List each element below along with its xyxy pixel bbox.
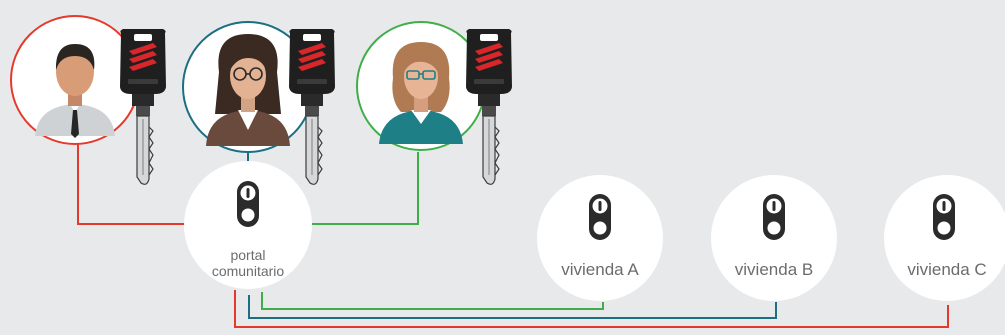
node-vivienda-a [537,175,663,301]
user-circle-woman [356,21,486,151]
portal-label-line1: portal [230,247,266,263]
lock-cylinder-icon [237,181,259,227]
dwelling-label-a: vivienda A [561,260,639,279]
node-vivienda-c [884,175,1005,301]
node-vivienda-b [711,175,837,301]
lock-cylinder-icon [763,194,785,240]
dwelling-label-c: vivienda C [907,260,987,279]
master-key-diagram: portal comunitario vivienda A vivienda B… [0,0,1005,335]
lock-cylinder-icon [933,194,955,240]
lock-cylinder-icon [589,194,611,240]
user-circle-man [10,15,140,145]
teal-connection-line [247,152,777,319]
portal-label-line2: comunitario [211,263,285,279]
portal-label: portal comunitario [190,247,306,279]
dwelling-label-b: vivienda B [734,260,814,279]
